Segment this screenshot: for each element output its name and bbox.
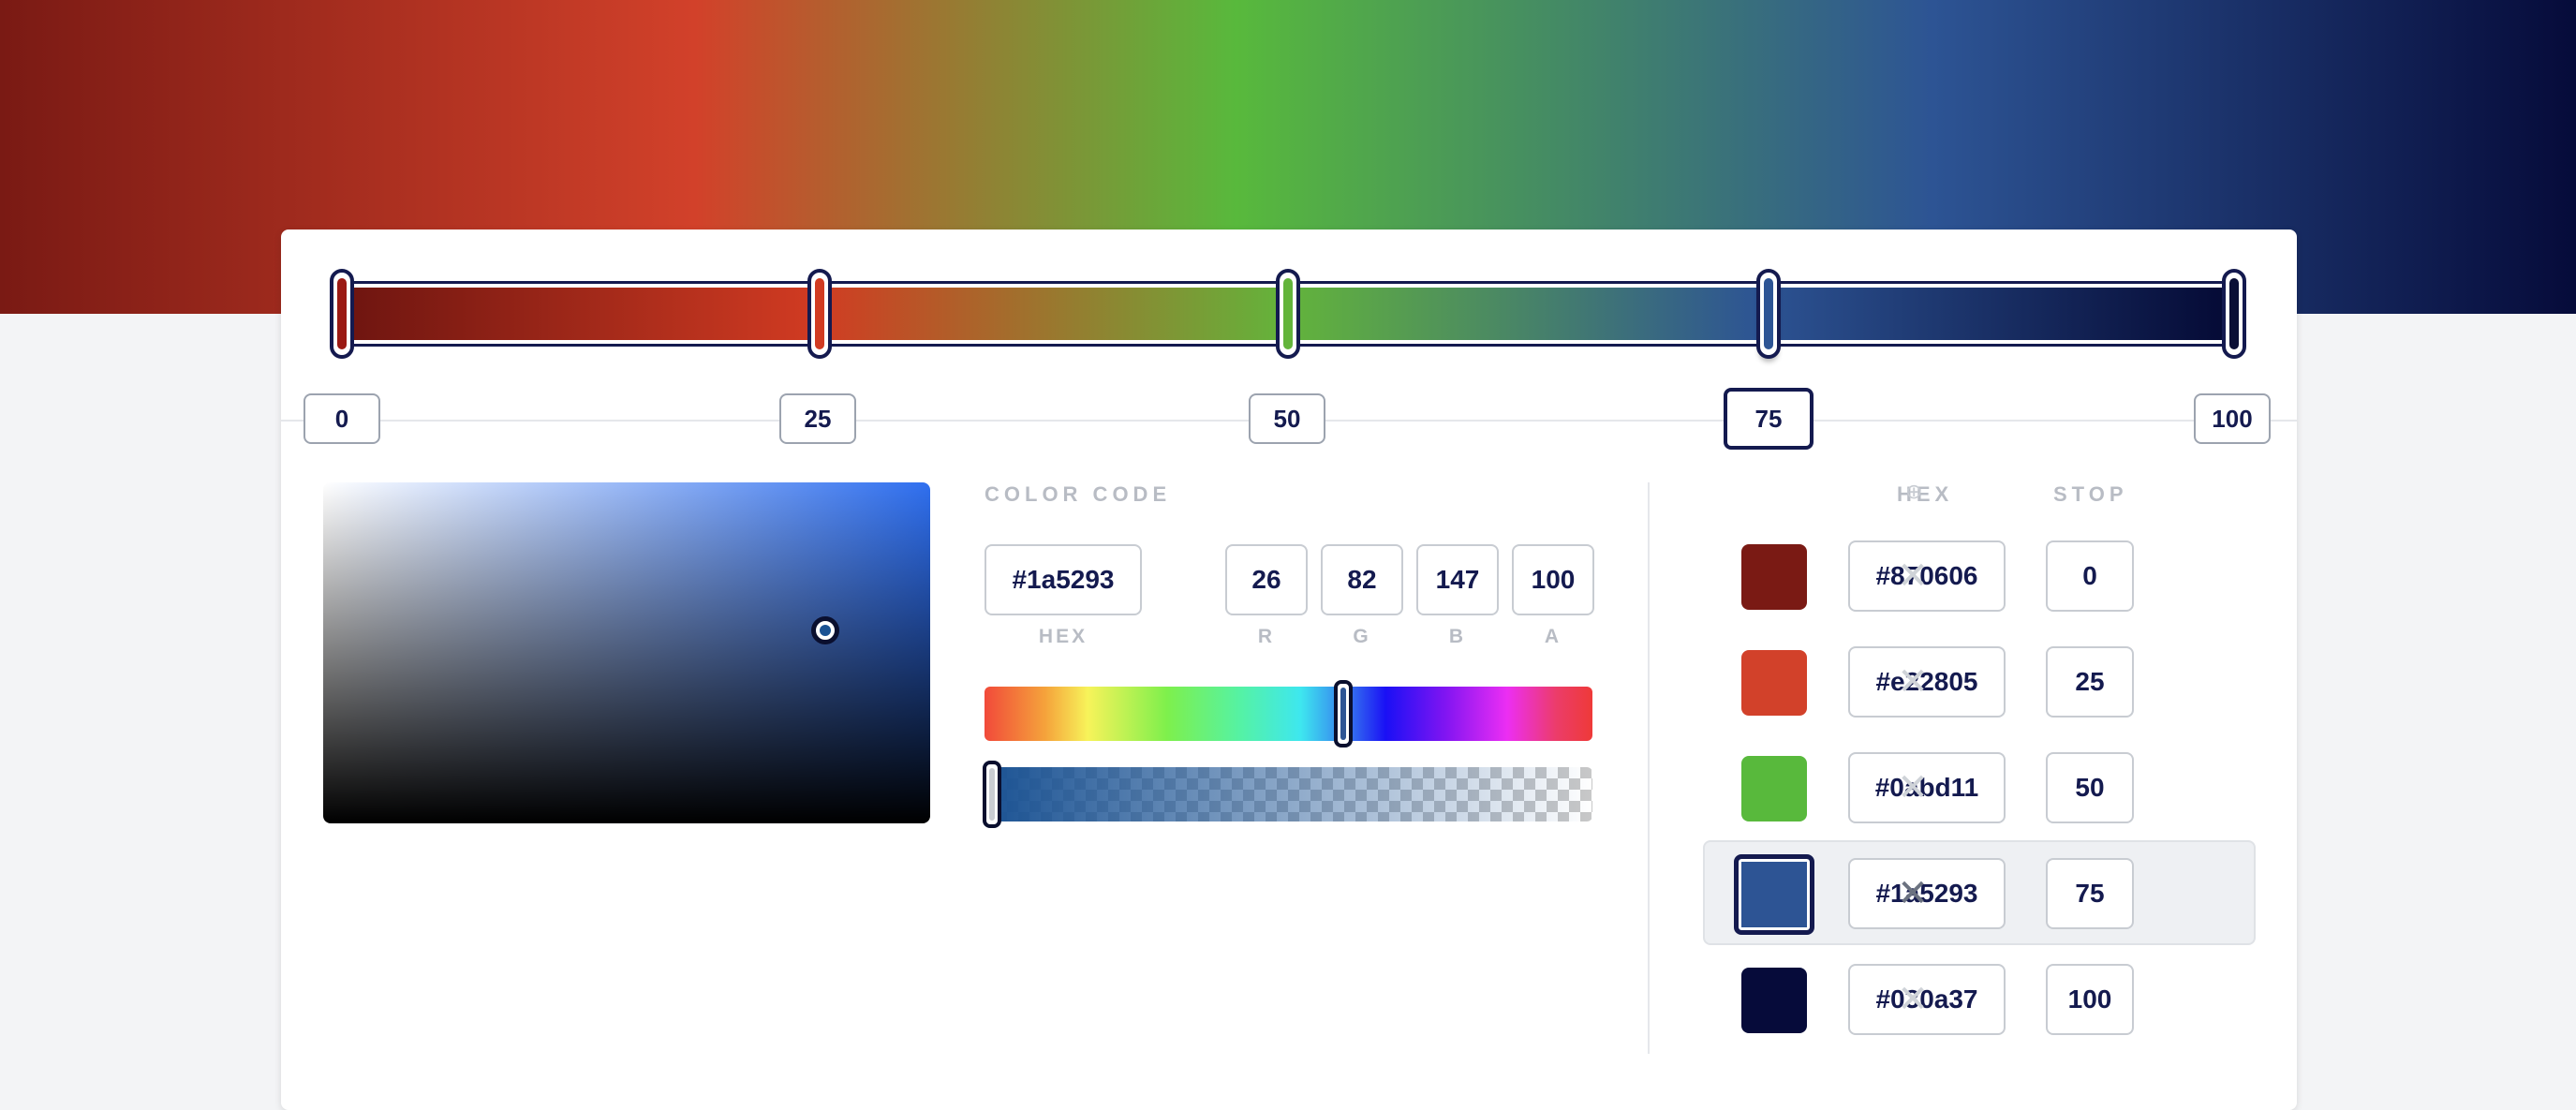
saturation-value-picker[interactable] <box>323 482 930 823</box>
remove-stop-icon[interactable]: ✕ <box>1894 875 1932 912</box>
stop-handle-swatch <box>1764 278 1773 349</box>
stop-position-input-50[interactable]: 50 <box>2046 752 2134 823</box>
alpha-slider-thumb[interactable] <box>983 761 1001 828</box>
remove-stop-icon[interactable]: ✕ <box>1894 769 1932 807</box>
blue-input[interactable]: 147 <box>1416 544 1499 615</box>
stop-swatch-50[interactable] <box>1741 756 1807 821</box>
column-divider <box>1648 482 1650 1054</box>
blue-label: B <box>1448 626 1467 647</box>
remove-stop-icon[interactable]: ✕ <box>1894 981 1932 1018</box>
color-code-label: COLOR CODE <box>985 482 1172 506</box>
hue-slider[interactable] <box>985 687 1592 741</box>
green-input[interactable]: 82 <box>1321 544 1403 615</box>
red-label: R <box>1257 626 1276 647</box>
remove-stop-icon[interactable]: ✕ <box>1894 663 1932 701</box>
stop-handle-25[interactable] <box>807 269 832 359</box>
hex-label: HEX <box>1038 626 1088 647</box>
stop-position-input-100[interactable]: 100 <box>2046 964 2134 1035</box>
stop-swatch-100[interactable] <box>1741 968 1807 1033</box>
stop-swatch-25[interactable] <box>1741 650 1807 716</box>
remove-stop-icon[interactable]: ✕ <box>1894 557 1932 595</box>
add-stop-icon[interactable]: ⊕ <box>1905 481 1922 504</box>
stop-position-label-75[interactable]: 75 <box>1724 388 1814 450</box>
hue-slider-thumb[interactable] <box>1333 680 1353 747</box>
stop-position-label-0[interactable]: 0 <box>303 393 380 444</box>
stop-handle-swatch <box>337 278 347 349</box>
stop-handle-swatch <box>1283 278 1293 349</box>
alpha-input[interactable]: 100 <box>1512 544 1594 615</box>
stop-handle-swatch <box>2229 278 2239 349</box>
red-input[interactable]: 26 <box>1225 544 1308 615</box>
stop-handle-swatch <box>815 278 824 349</box>
alpha-label: A <box>1544 626 1562 647</box>
stop-position-label-50[interactable]: 50 <box>1249 393 1325 444</box>
stop-handle-75[interactable] <box>1756 269 1781 359</box>
stop-position-input-0[interactable]: 0 <box>2046 540 2134 612</box>
stop-position-input-75[interactable]: 75 <box>2046 858 2134 929</box>
hex-input[interactable]: #1a5293 <box>985 544 1142 615</box>
stop-swatch-75[interactable] <box>1734 854 1814 935</box>
stop-handle-0[interactable] <box>330 269 354 359</box>
stop-handle-50[interactable] <box>1276 269 1300 359</box>
stop-handle-100[interactable] <box>2222 269 2246 359</box>
alpha-slider[interactable] <box>985 767 1592 821</box>
picker-cursor[interactable] <box>811 616 839 644</box>
green-label: G <box>1353 626 1371 647</box>
stop-position-label-100[interactable]: 100 <box>2194 393 2271 444</box>
stop-column-header: STOP <box>2053 482 2128 506</box>
stop-position-label-25[interactable]: 25 <box>779 393 856 444</box>
stop-position-input-25[interactable]: 25 <box>2046 646 2134 718</box>
gradient-editor-card: 0 25 50 75 100 COLOR CODE #1a5293 HEX 26… <box>281 229 2297 1110</box>
stop-swatch-0[interactable] <box>1741 544 1807 610</box>
